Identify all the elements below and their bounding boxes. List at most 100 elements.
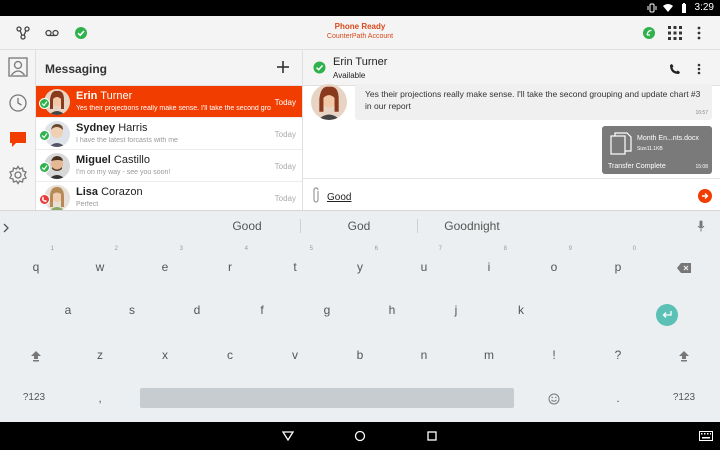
conversation-list-panel: Messaging Erin Turner Yes their projecti… bbox=[36, 50, 303, 210]
call-phone-icon[interactable] bbox=[669, 62, 681, 80]
key-y[interactable]: y6 bbox=[340, 246, 380, 284]
suggestion-1[interactable]: Good bbox=[187, 219, 307, 233]
file-name: Month En...nts.docx bbox=[637, 135, 699, 142]
key-exclamation[interactable]: ! bbox=[534, 338, 574, 372]
enter-key[interactable] bbox=[656, 304, 678, 326]
emoji-key[interactable] bbox=[534, 381, 574, 415]
account-status-title: Phone Ready bbox=[334, 22, 386, 31]
key-question[interactable]: ? bbox=[598, 338, 638, 372]
chat-contact-status: Available bbox=[333, 71, 366, 80]
key-i[interactable]: i8 bbox=[469, 246, 509, 284]
key-s[interactable]: s bbox=[112, 293, 152, 327]
expand-chevron-icon[interactable] bbox=[2, 220, 10, 238]
symbols-key-right[interactable]: ?123 bbox=[664, 381, 704, 415]
incoming-message-bubble: Yes their projections really make sense.… bbox=[355, 84, 712, 120]
key-h[interactable]: h bbox=[372, 293, 412, 327]
key-t[interactable]: t5 bbox=[275, 246, 315, 284]
settings-gear-icon[interactable] bbox=[7, 164, 29, 186]
conversation-item-sydney-harris[interactable]: Sydney Harris I have the latest forcasts… bbox=[36, 118, 302, 150]
contact-name: Lisa Corazon bbox=[76, 186, 143, 198]
system-status-bar: 3:29 bbox=[0, 0, 720, 16]
shift-key-right[interactable] bbox=[664, 338, 704, 372]
presence-available-icon[interactable] bbox=[640, 24, 658, 42]
keyboard-switch-icon[interactable] bbox=[699, 429, 713, 443]
key-q[interactable]: q1 bbox=[16, 246, 56, 284]
on-call-phone-icon bbox=[39, 194, 50, 205]
presence-check-icon bbox=[313, 61, 326, 79]
file-transfer-card[interactable]: Month En...nts.docx Size11.1KB Transfer … bbox=[602, 126, 712, 174]
key-a[interactable]: a bbox=[48, 293, 88, 327]
key-w[interactable]: w2 bbox=[80, 246, 120, 284]
account-status-subtitle: CounterPath Account bbox=[326, 33, 394, 40]
conversation-item-lisa-corazon[interactable]: Lisa Corazon Perfect Today bbox=[36, 182, 302, 210]
send-button[interactable] bbox=[698, 189, 712, 203]
conversation-item-erin-turner[interactable]: Erin Turner Yes their projections really… bbox=[36, 86, 302, 118]
message-preview: I have the latest forcasts with me bbox=[76, 137, 178, 144]
clock: 3:29 bbox=[694, 2, 714, 13]
key-o[interactable]: o9 bbox=[534, 246, 574, 284]
key-u[interactable]: u7 bbox=[404, 246, 444, 284]
key-m[interactable]: m bbox=[469, 338, 509, 372]
key-z[interactable]: z bbox=[80, 338, 120, 372]
symbols-key-left[interactable]: ?123 bbox=[14, 381, 54, 415]
key-e[interactable]: e3 bbox=[145, 246, 185, 284]
message-input[interactable]: Good bbox=[327, 192, 351, 203]
key-k[interactable]: k bbox=[501, 293, 541, 327]
key-g[interactable]: g bbox=[307, 293, 347, 327]
message-composer[interactable]: Good bbox=[303, 178, 720, 210]
document-icon bbox=[610, 132, 632, 161]
back-triangle-icon[interactable] bbox=[281, 429, 295, 443]
microphone-icon[interactable] bbox=[697, 219, 705, 237]
key-c[interactable]: c bbox=[210, 338, 250, 372]
recents-square-icon[interactable] bbox=[425, 429, 439, 443]
chat-overflow-menu-icon[interactable] bbox=[697, 62, 701, 80]
dialpad-icon[interactable] bbox=[666, 24, 684, 42]
key-j[interactable]: j bbox=[436, 293, 476, 327]
add-conversation-button[interactable] bbox=[274, 58, 292, 76]
suggestion-3[interactable]: Goodnight bbox=[412, 219, 532, 233]
voicemail-icon[interactable] bbox=[43, 24, 61, 42]
key-f[interactable]: f bbox=[242, 293, 282, 327]
overflow-menu-icon[interactable] bbox=[690, 24, 708, 42]
transfer-icon[interactable] bbox=[14, 24, 32, 42]
message-preview: Yes their projections really make sense.… bbox=[76, 105, 271, 112]
contact-name: Sydney Harris bbox=[76, 122, 148, 134]
keyboard-suggestion-bar: Good God Goodnight bbox=[0, 210, 720, 240]
key-b[interactable]: b bbox=[340, 338, 380, 372]
shift-key-left[interactable] bbox=[16, 338, 56, 372]
file-time: 15:08 bbox=[695, 164, 708, 170]
key-d[interactable]: d bbox=[177, 293, 217, 327]
presence-check-icon bbox=[39, 130, 50, 141]
system-navigation-bar bbox=[0, 422, 720, 450]
backspace-key[interactable] bbox=[664, 250, 704, 284]
chat-contact-name: Erin Turner bbox=[333, 56, 388, 68]
presence-check-icon bbox=[39, 98, 50, 109]
history-clock-icon[interactable] bbox=[7, 92, 29, 114]
message-preview: Perfect bbox=[76, 201, 99, 208]
key-p[interactable]: p0 bbox=[598, 246, 638, 284]
spacebar[interactable] bbox=[140, 388, 514, 408]
home-circle-icon[interactable] bbox=[353, 429, 367, 443]
key-n[interactable]: n bbox=[404, 338, 444, 372]
account-status: Phone Ready CounterPath Account bbox=[300, 22, 420, 40]
list-header: Messaging bbox=[36, 50, 302, 86]
timestamp: Today bbox=[274, 98, 296, 107]
suggestion-2[interactable]: God bbox=[299, 219, 419, 233]
chat-panel: Erin Turner Available Yes their projecti… bbox=[303, 50, 720, 210]
contacts-icon[interactable] bbox=[7, 56, 29, 78]
key-v[interactable]: v bbox=[275, 338, 315, 372]
key-period[interactable]: . bbox=[598, 381, 638, 415]
messaging-icon[interactable] bbox=[7, 128, 29, 150]
app-top-bar: Phone Ready CounterPath Account bbox=[0, 16, 720, 50]
key-r[interactable]: r4 bbox=[210, 246, 250, 284]
conversation-item-miguel-castillo[interactable]: Miguel Castillo I'm on my way - see you … bbox=[36, 150, 302, 182]
message-text: Yes their projections really make sense.… bbox=[365, 89, 701, 111]
vibrate-icon bbox=[647, 3, 657, 13]
key-x[interactable]: x bbox=[145, 338, 185, 372]
phone-ready-check-icon bbox=[72, 24, 90, 42]
key-comma[interactable]: , bbox=[80, 381, 120, 415]
timestamp: Today bbox=[274, 162, 296, 171]
attach-paperclip-icon[interactable] bbox=[311, 187, 321, 208]
presence-check-icon bbox=[39, 162, 50, 173]
chat-header: Erin Turner Available bbox=[303, 50, 720, 86]
